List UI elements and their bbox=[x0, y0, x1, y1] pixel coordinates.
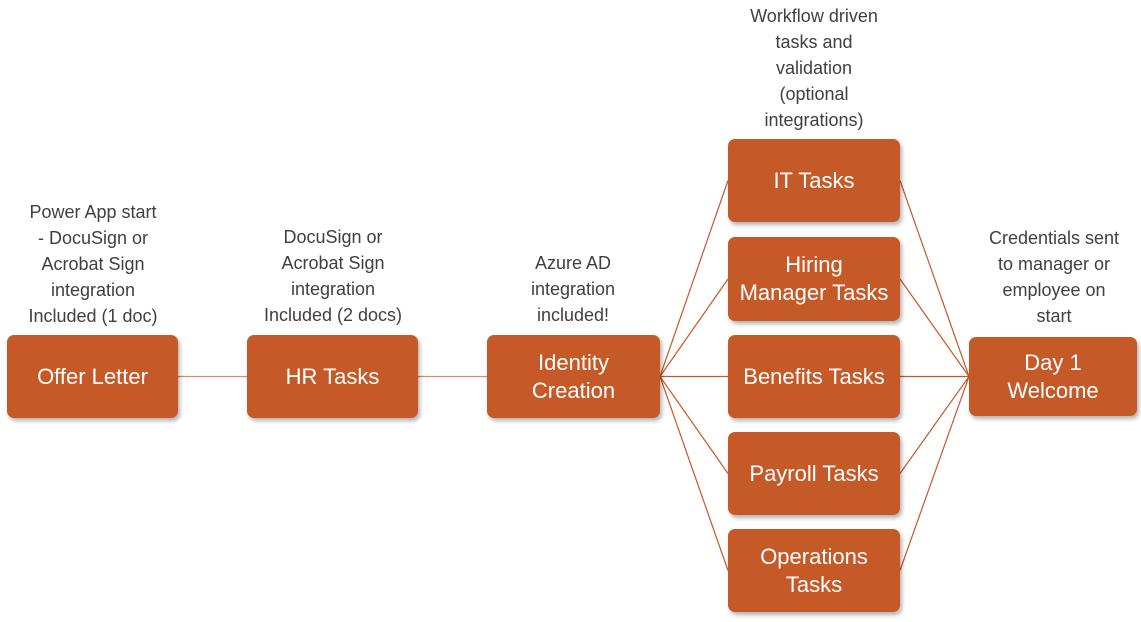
connector-hiring-manager-tasks-to-day1-welcome bbox=[899, 278, 970, 377]
connector-it-tasks-to-day1-welcome bbox=[899, 180, 970, 377]
node-label: Payroll Tasks bbox=[749, 460, 879, 486]
annotation-line: integration bbox=[290, 279, 376, 299]
annotation-line: Included (1 doc) bbox=[28, 306, 158, 326]
annotation-line: - DocuSign or bbox=[37, 228, 149, 248]
node-identity-creation: Identity Creation bbox=[487, 335, 660, 418]
node-offer-letter: Offer Letter bbox=[7, 335, 178, 418]
node-benefits-tasks: Benefits Tasks bbox=[728, 335, 900, 418]
node-it-tasks: IT Tasks bbox=[728, 139, 900, 222]
node-hr-tasks: HR Tasks bbox=[247, 335, 418, 418]
annotation-line: employee on bbox=[1002, 280, 1106, 300]
connector-identity-creation-to-payroll-tasks bbox=[659, 376, 729, 474]
connector-payroll-tasks-to-day1-welcome bbox=[899, 376, 970, 474]
annotation-line: DocuSign or bbox=[283, 227, 383, 247]
annotation-line: Azure AD bbox=[534, 253, 612, 273]
annotation-line: Credentials sent bbox=[988, 228, 1120, 248]
annotation-line: (optional bbox=[779, 84, 849, 104]
connector-identity-creation-to-hiring-manager-tasks bbox=[659, 278, 729, 377]
annotation-day1-welcome: Credentials sent to manager or employee on… bbox=[989, 225, 1119, 329]
annotation-line: Acrobat Sign bbox=[41, 254, 145, 274]
node-label: Benefits Tasks bbox=[743, 363, 885, 389]
annotation-line: Workflow driven bbox=[750, 6, 878, 26]
node-label: HR Tasks bbox=[285, 363, 380, 389]
connector-operations-tasks-to-day1-welcome bbox=[899, 376, 970, 571]
node-label: Welcome bbox=[1007, 377, 1099, 403]
annotation-hr-tasks: DocuSign or Acrobat Sign integration Includ… bbox=[264, 224, 402, 328]
connector-identity-creation-to-operations-tasks bbox=[659, 376, 729, 571]
node-label: Hiring bbox=[785, 252, 843, 277]
annotation-line: validation bbox=[775, 58, 853, 78]
annotation-line: integrations) bbox=[764, 110, 864, 130]
node-payroll-tasks: Payroll Tasks bbox=[728, 432, 900, 515]
annotation-line: included! bbox=[536, 305, 610, 325]
node-hiring-manager-tasks: Hiring Manager Tasks bbox=[728, 237, 900, 321]
node-label: Creation bbox=[531, 377, 616, 403]
annotation-line: Acrobat Sign bbox=[281, 253, 385, 273]
annotation-line: tasks and bbox=[775, 32, 853, 52]
node-label: Identity bbox=[538, 349, 609, 375]
node-label: Offer Letter bbox=[37, 363, 148, 389]
annotation-line: to manager or bbox=[997, 254, 1111, 274]
annotation-it-tasks: Workflow driven tasks and validation (optio… bbox=[750, 3, 878, 133]
node-label: Tasks bbox=[785, 571, 843, 597]
annotation-identity-creation: Azure AD integration included! bbox=[531, 250, 615, 328]
annotation-line: integration bbox=[530, 279, 616, 299]
annotation-line: integration bbox=[50, 280, 136, 300]
node-label: Operations bbox=[760, 543, 868, 569]
node-day1-welcome: Day 1 Welcome bbox=[969, 337, 1137, 416]
node-label: Day 1 bbox=[1024, 349, 1082, 375]
connector-identity-creation-to-it-tasks bbox=[659, 180, 729, 377]
annotation-line: Included (2 docs) bbox=[263, 305, 403, 325]
annotation-offer-letter: Power App start - DocuSign or Acrobat Sign… bbox=[28, 199, 157, 329]
annotation-line: start bbox=[1036, 306, 1072, 326]
node-operations-tasks: Operations Tasks bbox=[728, 529, 900, 612]
node-label: Manager Tasks bbox=[739, 280, 889, 305]
node-label: IT Tasks bbox=[773, 167, 855, 193]
annotation-line: Power App start bbox=[29, 202, 157, 222]
